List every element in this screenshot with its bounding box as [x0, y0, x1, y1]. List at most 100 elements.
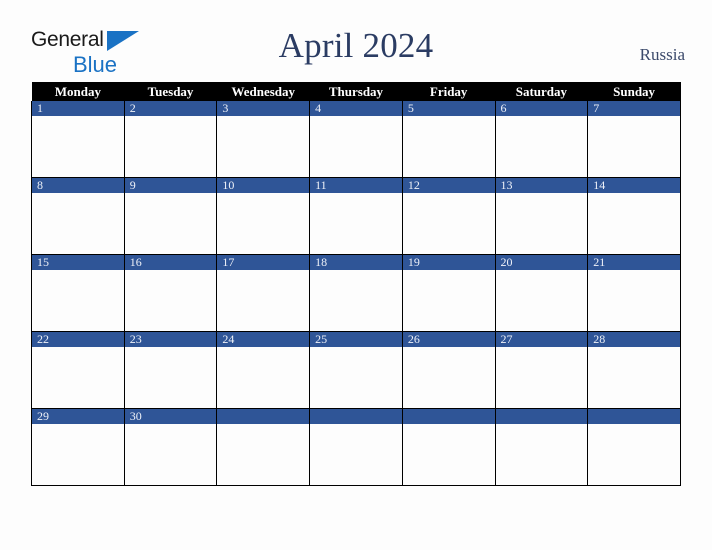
day-note[interactable] [32, 424, 124, 484]
day-note[interactable] [217, 424, 309, 484]
calendar-day-cell[interactable]: 5 [401, 101, 496, 178]
calendar-day-cell[interactable]: 20 [494, 254, 589, 332]
calendar-week-row: 15 16 17 18 19 20 21 [31, 254, 681, 332]
day-note[interactable] [310, 424, 402, 484]
weekday-header-tuesday: Tuesday [124, 82, 217, 101]
day-note[interactable] [125, 270, 217, 330]
calendar-day-cell[interactable] [216, 408, 311, 486]
calendar-day-cell[interactable]: 9 [123, 177, 218, 255]
day-note[interactable] [217, 116, 309, 176]
calendar-day-cell[interactable]: 8 [31, 177, 125, 255]
calendar-day-cell[interactable]: 7 [587, 101, 681, 178]
day-note[interactable] [403, 193, 495, 253]
day-note[interactable] [310, 270, 402, 330]
day-number: 16 [124, 255, 217, 270]
calendar-day-cell[interactable]: 24 [216, 331, 311, 409]
calendar-day-cell[interactable]: 4 [309, 101, 403, 178]
day-note[interactable] [588, 424, 680, 484]
day-number: 29 [32, 409, 124, 424]
region-label: Russia [639, 45, 685, 64]
day-note[interactable] [496, 270, 588, 330]
day-note[interactable] [588, 193, 680, 253]
calendar-day-cell[interactable] [494, 408, 589, 486]
calendar-day-cell[interactable]: 15 [31, 254, 125, 332]
day-note[interactable] [32, 270, 124, 330]
day-note[interactable] [125, 424, 217, 484]
day-number: 14 [588, 178, 680, 193]
calendar-day-cell[interactable]: 30 [123, 408, 218, 486]
day-number: 10 [217, 178, 310, 193]
calendar-page: General Blue April 2024 Russia Monday Tu… [0, 0, 712, 550]
calendar-day-cell[interactable]: 17 [216, 254, 311, 332]
calendar-day-cell[interactable]: 11 [309, 177, 403, 255]
calendar-day-cell[interactable]: 16 [123, 254, 218, 332]
day-note[interactable] [125, 193, 217, 253]
calendar-day-cell[interactable]: 29 [31, 408, 125, 486]
calendar-day-cell[interactable] [401, 408, 496, 486]
day-note[interactable] [125, 116, 217, 176]
day-note[interactable] [496, 347, 588, 407]
calendar-week-row: 22 23 24 25 26 27 28 [31, 331, 681, 409]
calendar-grid: Monday Tuesday Wednesday Thursday Friday… [31, 82, 681, 486]
day-note[interactable] [32, 116, 124, 176]
day-note[interactable] [588, 347, 680, 407]
calendar-day-cell[interactable]: 3 [216, 101, 311, 178]
weekday-header-thursday: Thursday [309, 82, 403, 101]
calendar-day-cell[interactable] [587, 408, 681, 486]
day-note[interactable] [310, 116, 402, 176]
calendar-day-cell[interactable] [309, 408, 403, 486]
day-note[interactable] [588, 116, 680, 176]
day-number: 19 [402, 255, 495, 270]
day-note[interactable] [32, 347, 124, 407]
calendar-week-row: 1 2 3 4 5 6 7 [31, 101, 681, 178]
calendar-day-cell[interactable]: 26 [401, 331, 496, 409]
day-note[interactable] [125, 347, 217, 407]
day-number: 23 [124, 332, 217, 347]
day-number: 12 [402, 178, 495, 193]
weekday-header-saturday: Saturday [495, 82, 588, 101]
day-note[interactable] [403, 347, 495, 407]
day-number: 20 [495, 255, 588, 270]
day-number: 22 [32, 332, 124, 347]
calendar-day-cell[interactable]: 25 [309, 331, 403, 409]
day-number [402, 409, 495, 424]
weekday-header-friday: Friday [402, 82, 496, 101]
weekday-header-monday: Monday [31, 82, 125, 101]
day-note[interactable] [496, 116, 588, 176]
day-note[interactable] [217, 193, 309, 253]
day-note[interactable] [403, 424, 495, 484]
calendar-day-cell[interactable]: 2 [123, 101, 218, 178]
calendar-day-cell[interactable]: 28 [587, 331, 681, 409]
day-note[interactable] [310, 347, 402, 407]
day-number: 27 [495, 332, 588, 347]
calendar-day-cell[interactable]: 12 [401, 177, 496, 255]
day-note[interactable] [310, 193, 402, 253]
calendar-day-cell[interactable]: 1 [31, 101, 125, 178]
calendar-day-cell[interactable]: 27 [494, 331, 589, 409]
day-note[interactable] [496, 193, 588, 253]
calendar-day-cell[interactable]: 19 [401, 254, 496, 332]
day-note[interactable] [217, 347, 309, 407]
day-note[interactable] [588, 270, 680, 330]
calendar-day-cell[interactable]: 14 [587, 177, 681, 255]
day-note[interactable] [496, 424, 588, 484]
day-number: 18 [310, 255, 402, 270]
calendar-day-cell[interactable]: 10 [216, 177, 311, 255]
calendar-day-cell[interactable]: 6 [494, 101, 589, 178]
day-number: 1 [32, 101, 124, 116]
calendar-day-cell[interactable]: 21 [587, 254, 681, 332]
day-number [495, 409, 588, 424]
calendar-day-cell[interactable]: 13 [494, 177, 589, 255]
weekday-header-wednesday: Wednesday [216, 82, 310, 101]
day-number: 15 [32, 255, 124, 270]
day-number: 8 [32, 178, 124, 193]
day-note[interactable] [403, 270, 495, 330]
day-number: 4 [310, 101, 402, 116]
calendar-day-cell[interactable]: 18 [309, 254, 403, 332]
day-note[interactable] [403, 116, 495, 176]
day-note[interactable] [32, 193, 124, 253]
calendar-day-cell[interactable]: 23 [123, 331, 218, 409]
calendar-week-row: 8 9 10 11 12 13 14 [31, 177, 681, 255]
calendar-day-cell[interactable]: 22 [31, 331, 125, 409]
day-note[interactable] [217, 270, 309, 330]
